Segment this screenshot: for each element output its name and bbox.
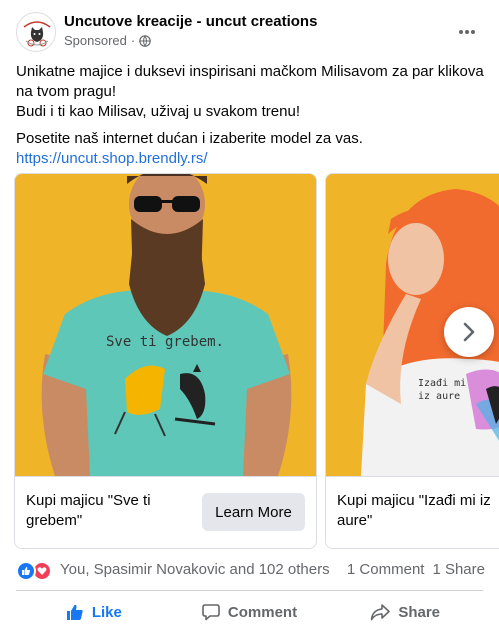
card-title[interactable]: Kupi majicu "Sve ti grebem" <box>26 491 196 531</box>
post-text: Unikatne majice i duksevi inspirisani ma… <box>16 62 486 169</box>
cat-logo-icon <box>18 14 55 51</box>
thumbs-up-icon <box>66 604 83 620</box>
carousel-card[interactable]: Sve ti grebem. Kupi majicu "Sve ti grebe… <box>14 173 317 549</box>
globe-icon[interactable] <box>139 34 152 47</box>
card-footer: Kupi majicu "Izađi mi iz aure" <box>326 476 499 548</box>
learn-more-button[interactable]: Learn More <box>202 493 305 531</box>
chevron-right-icon <box>463 322 475 342</box>
reactions-summary[interactable]: You, Spasimir Novakovic and 102 others <box>60 561 330 578</box>
share-icon <box>371 604 391 621</box>
like-reaction-icon <box>16 561 36 581</box>
like-button[interactable]: Like <box>16 594 172 630</box>
comment-label: Comment <box>227 603 298 621</box>
card-footer: Kupi majicu "Sve ti grebem" Learn More <box>15 476 316 548</box>
ad-carousel: Sve ti grebem. Kupi majicu "Sve ti grebe… <box>0 173 499 551</box>
share-label: Share <box>398 603 441 621</box>
post-text-line: Budi i ti kao Milisav, uživaj u svakom t… <box>16 103 300 120</box>
share-count[interactable]: 1 Share <box>432 561 485 578</box>
comment-count[interactable]: 1 Comment <box>347 561 425 578</box>
reaction-icons[interactable] <box>16 561 56 581</box>
share-button[interactable]: Share <box>327 594 483 630</box>
post-text-line: Posetite naš internet dućan i izaberite … <box>16 130 363 147</box>
sponsored-row: Sponsored · <box>64 33 152 48</box>
divider <box>16 590 483 591</box>
post-text-line: Unikatne majice i duksevi inspirisani ma… <box>16 63 484 100</box>
reactions-bar: You, Spasimir Novakovic and 102 others 1… <box>16 560 485 582</box>
card-title[interactable]: Kupi majicu "Izađi mi iz aure" <box>337 491 499 531</box>
product-image[interactable]: Sve ti grebem. <box>15 174 316 476</box>
page-avatar[interactable] <box>16 12 56 52</box>
shop-link[interactable]: https://uncut.shop.brendly.rs/ <box>16 150 208 167</box>
carousel-next-button[interactable] <box>444 307 494 357</box>
more-horizontal-icon <box>459 30 475 34</box>
like-label: Like <box>91 603 122 621</box>
engagement-counts: 1 Comment 1 Share <box>347 561 485 578</box>
sponsored-post: Uncutove kreacije - uncut creations Spon… <box>0 0 499 632</box>
carousel-card[interactable]: Izađi mi iz aure Kupi majicu "Izađi mi i… <box>325 173 499 549</box>
sponsored-label[interactable]: Sponsored <box>64 33 127 48</box>
page-name[interactable]: Uncutove kreacije - uncut creations <box>64 13 317 30</box>
more-options-button[interactable] <box>453 18 481 46</box>
comment-button[interactable]: Comment <box>172 594 328 630</box>
action-bar: Like Comment Share <box>16 594 483 630</box>
separator-dot: · <box>130 33 136 48</box>
comment-icon <box>202 604 220 621</box>
post-header: Uncutove kreacije - uncut creations Spon… <box>16 12 485 52</box>
shirt-print-text: Sve ti grebem. <box>106 334 224 350</box>
